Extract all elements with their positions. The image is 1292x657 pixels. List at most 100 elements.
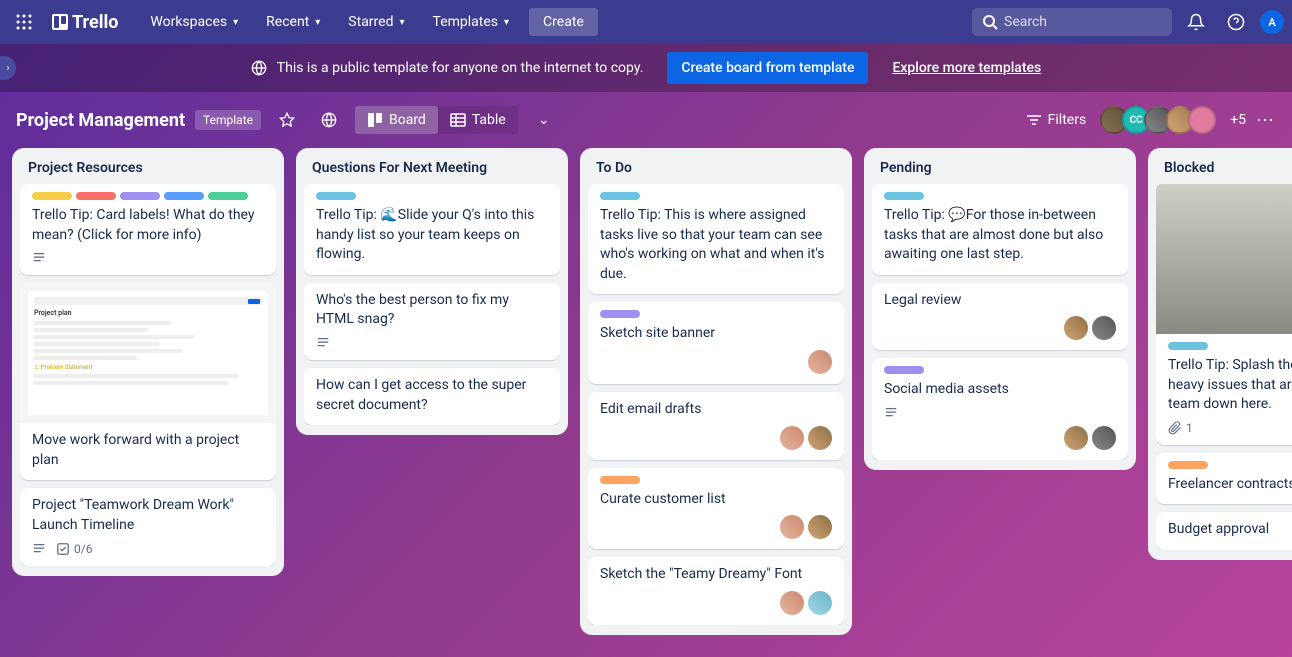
description-icon [32, 251, 46, 265]
search-input[interactable] [972, 8, 1172, 36]
card[interactable]: Project "Teamwork Dream Work" Launch Tim… [20, 488, 276, 565]
card-label[interactable] [600, 192, 640, 200]
card-cover-image: Project plan⚠ Problem Statement [20, 283, 276, 423]
card[interactable]: Curate customer list [588, 468, 844, 550]
card-title: Who's the best person to fix my HTML sna… [316, 291, 548, 330]
card-title: How can I get access to the super secret… [316, 376, 548, 415]
card[interactable]: Trello Tip: Card labels! What do they me… [20, 184, 276, 275]
trello-logo-text: Trello [72, 12, 118, 33]
board-members[interactable]: CC [1106, 106, 1216, 134]
card[interactable]: Sketch the "Teamy Dreamy" Font [588, 557, 844, 625]
card-label[interactable] [120, 192, 160, 200]
star-icon[interactable] [271, 104, 303, 136]
card[interactable]: Social media assets [872, 358, 1128, 460]
card-member-avatar[interactable] [780, 426, 804, 450]
view-table-button[interactable]: Table [438, 106, 518, 134]
card[interactable]: Sketch site banner [588, 302, 844, 384]
visibility-icon[interactable] [313, 104, 345, 136]
board-menu-icon[interactable]: ⋯ [1256, 110, 1276, 131]
explore-templates-link[interactable]: Explore more templates [892, 60, 1041, 76]
card-label[interactable] [316, 192, 356, 200]
card-member-avatar[interactable] [1092, 316, 1116, 340]
card-label[interactable] [1168, 461, 1208, 469]
trello-logo[interactable]: Trello [44, 12, 126, 33]
card-member-avatar[interactable] [1064, 426, 1088, 450]
card-title: Move work forward with a project plan [32, 431, 264, 470]
card[interactable]: Project plan⚠ Problem Statement Move work… [20, 283, 276, 480]
card-badges [32, 251, 264, 265]
card-title: Trello Tip: Splash those redtape-heavy i… [1168, 356, 1292, 415]
card-member-avatar[interactable] [1064, 316, 1088, 340]
apps-switcher-icon[interactable] [8, 6, 40, 38]
card-cover-image [1156, 184, 1292, 334]
card-label[interactable] [208, 192, 248, 200]
card-label[interactable] [76, 192, 116, 200]
create-from-template-button[interactable]: Create board from template [667, 52, 868, 84]
card-member-avatar[interactable] [808, 350, 832, 374]
card[interactable]: Trello Tip: 🌊Slide your Q's into this ha… [304, 184, 560, 275]
list-title[interactable]: Pending [872, 158, 1128, 184]
attachment-badge: 1 [1168, 421, 1193, 435]
card-member-avatar[interactable] [808, 426, 832, 450]
view-board-button[interactable]: Board [355, 106, 438, 134]
card[interactable]: Trello Tip: This is where assigned tasks… [588, 184, 844, 294]
view-options-chevron[interactable]: ⌄ [528, 104, 560, 136]
card-labels [600, 192, 832, 200]
create-button[interactable]: Create [529, 8, 598, 36]
more-members-count[interactable]: +5 [1230, 112, 1246, 128]
card-members [600, 426, 832, 450]
chevron-down-icon: ▾ [504, 17, 509, 28]
board-title[interactable]: Project Management [16, 110, 185, 131]
card-member-avatar[interactable] [780, 515, 804, 539]
filters-button[interactable]: Filters [1016, 106, 1097, 134]
card-label[interactable] [600, 476, 640, 484]
list-title[interactable]: Project Resources [20, 158, 276, 184]
sidebar-expand-handle[interactable]: › [0, 56, 16, 80]
member-avatar[interactable] [1188, 106, 1216, 134]
card[interactable]: How can I get access to the super secret… [304, 368, 560, 425]
nav-starred[interactable]: Starred▾ [336, 8, 416, 36]
card[interactable]: Legal review [872, 283, 1128, 351]
board-canvas[interactable]: Project Resources Trello Tip: Card labels… [0, 148, 1292, 657]
card-members [600, 515, 832, 539]
checklist-badge: 0/6 [56, 542, 92, 556]
card-member-avatar[interactable] [1092, 426, 1116, 450]
list-cards: Trello Tip: Card labels! What do they me… [20, 184, 276, 566]
trello-logo-icon [52, 14, 68, 30]
card[interactable]: Who's the best person to fix my HTML sna… [304, 283, 560, 360]
card[interactable]: Freelancer contracts [1156, 453, 1292, 505]
card-member-avatar[interactable] [808, 515, 832, 539]
card-title: Edit email drafts [600, 400, 832, 420]
card[interactable]: Trello Tip: 💬For those in-between tasks … [872, 184, 1128, 275]
nav-recent[interactable]: Recent▾ [254, 8, 332, 36]
card-title: Trello Tip: Card labels! What do they me… [32, 206, 264, 245]
card-label[interactable] [884, 192, 924, 200]
card-label[interactable] [1168, 342, 1208, 350]
card[interactable]: Edit email drafts [588, 392, 844, 460]
list-cards: Trello Tip: 🌊Slide your Q's into this ha… [304, 184, 560, 425]
card-member-avatar[interactable] [780, 591, 804, 615]
user-avatar[interactable]: A [1260, 10, 1284, 34]
card-label[interactable] [32, 192, 72, 200]
card-label[interactable] [884, 366, 924, 374]
card-label[interactable] [600, 310, 640, 318]
card-members [600, 591, 832, 615]
nav-workspaces[interactable]: Workspaces▾ [138, 8, 250, 36]
list-title[interactable]: To Do [588, 158, 844, 184]
card-title: Curate customer list [600, 490, 832, 510]
card-members [884, 316, 1116, 340]
notifications-icon[interactable] [1180, 6, 1212, 38]
card-label[interactable] [164, 192, 204, 200]
card-title: Social media assets [884, 380, 1116, 400]
card-labels [600, 476, 832, 484]
list-title[interactable]: Questions For Next Meeting [304, 158, 560, 184]
card-member-avatar[interactable] [808, 591, 832, 615]
card[interactable]: Trello Tip: Splash those redtape-heavy i… [1156, 184, 1292, 445]
card[interactable]: Budget approval [1156, 512, 1292, 550]
card-title: Freelancer contracts [1168, 475, 1292, 495]
card-title: Sketch the "Teamy Dreamy" Font [600, 565, 832, 585]
help-icon[interactable] [1220, 6, 1252, 38]
list-title[interactable]: Blocked [1156, 158, 1292, 184]
nav-templates[interactable]: Templates▾ [421, 8, 522, 36]
list-cards: Trello Tip: This is where assigned tasks… [588, 184, 844, 625]
